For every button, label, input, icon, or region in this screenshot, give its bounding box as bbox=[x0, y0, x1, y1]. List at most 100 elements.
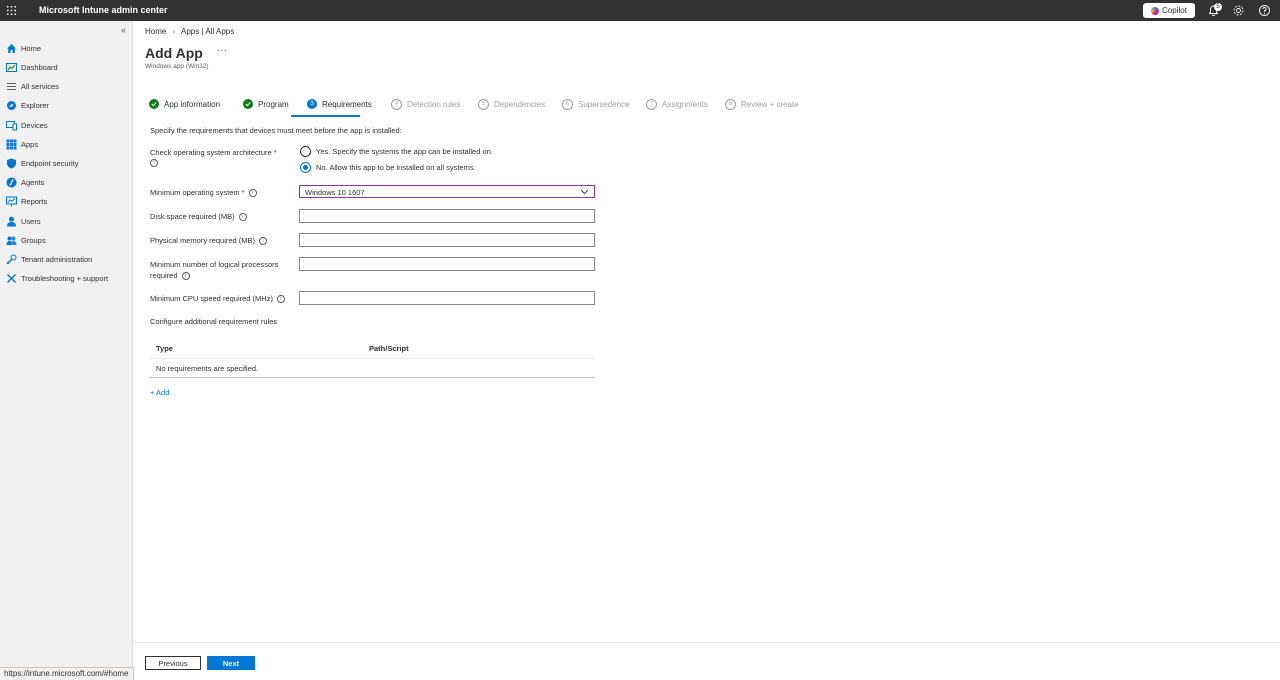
additional-rules-title: Configure additional requirement rules bbox=[150, 317, 278, 326]
devices-icon bbox=[6, 120, 17, 130]
required-mark: * bbox=[273, 148, 277, 157]
sidebar-item-reports[interactable]: Reports bbox=[6, 193, 47, 209]
sidebar-item-label: Reports bbox=[21, 196, 48, 206]
sidebar-item-label: Dashboard bbox=[21, 62, 58, 72]
min-os-value: Windows 10 1607 bbox=[305, 188, 365, 197]
app-title[interactable]: Microsoft Intune admin center bbox=[39, 5, 168, 15]
arch-option-no[interactable]: No. Allow this app to be installed on al… bbox=[300, 162, 476, 173]
step-app-information[interactable]: App information bbox=[149, 99, 220, 109]
memory-label: Physical memory required (MB) i bbox=[150, 236, 268, 246]
physical-memory-input[interactable] bbox=[299, 233, 595, 247]
arch-option-yes[interactable]: Yes. Specify the systems the app can be … bbox=[300, 146, 493, 157]
sidebar-item-label: Troubleshooting + support bbox=[21, 273, 109, 283]
copilot-label: Copilot bbox=[1162, 6, 1187, 15]
breadcrumb-apps[interactable]: Apps | All Apps bbox=[181, 27, 234, 36]
chevron-down-icon bbox=[580, 189, 589, 195]
step-dependencies[interactable]: 5 Dependencies bbox=[478, 99, 545, 110]
sidebar-item-label: Apps bbox=[21, 139, 39, 149]
breadcrumb: Home › Apps | All Apps bbox=[145, 27, 234, 36]
previous-button[interactable]: Previous bbox=[145, 656, 201, 670]
processors-label-line2: required bbox=[150, 271, 178, 280]
help-icon[interactable] bbox=[1258, 4, 1271, 17]
sidebar-item-label: Agents bbox=[21, 177, 45, 187]
column-header-type[interactable]: Type bbox=[156, 344, 173, 353]
copilot-icon bbox=[1151, 6, 1160, 15]
step-number: 3 bbox=[307, 99, 317, 109]
sidebar-item-apps[interactable]: Apps bbox=[6, 136, 38, 152]
tenant-admin-icon bbox=[6, 254, 17, 264]
sidebar-item-label: Tenant administration bbox=[21, 254, 93, 264]
explorer-icon bbox=[7, 100, 16, 110]
reports-icon bbox=[6, 196, 17, 206]
step-assignments[interactable]: 7 Assignments bbox=[646, 99, 708, 110]
step-label: Program bbox=[258, 99, 289, 109]
step-number: 4 bbox=[391, 99, 402, 110]
disk-label-text: Disk space required (MB) bbox=[150, 212, 235, 221]
step-requirements[interactable]: 3 Requirements bbox=[307, 99, 372, 109]
more-options-button[interactable]: ··· bbox=[217, 45, 227, 56]
info-icon[interactable]: i bbox=[276, 295, 285, 304]
step-label: Requirements bbox=[322, 99, 372, 109]
sidebar-item-explorer[interactable]: Explorer bbox=[6, 97, 49, 113]
disk-space-input[interactable] bbox=[299, 209, 595, 223]
step-review-create[interactable]: 8 Review + create bbox=[725, 99, 799, 110]
sidebar-item-label: Home bbox=[21, 43, 42, 53]
sidebar-item-groups[interactable]: Groups bbox=[6, 232, 46, 248]
sidebar-item-tenant-administration[interactable]: Tenant administration bbox=[6, 251, 92, 267]
column-header-path-script[interactable]: Path/Script bbox=[369, 344, 409, 353]
sidebar-item-dashboard[interactable]: Dashboard bbox=[6, 59, 58, 75]
next-button[interactable]: Next bbox=[207, 656, 255, 670]
table-header: Type Path/Script bbox=[149, 339, 595, 359]
cpu-speed-input[interactable] bbox=[299, 291, 595, 305]
add-rule-link[interactable]: + Add bbox=[150, 388, 169, 397]
breadcrumb-home[interactable]: Home bbox=[145, 27, 166, 36]
step-label: App information bbox=[164, 99, 221, 109]
cpu-label: Minimum CPU speed required (MHz) i bbox=[150, 294, 285, 304]
waffle-menu-icon[interactable] bbox=[6, 5, 17, 16]
all-services-icon bbox=[7, 82, 16, 90]
step-label: Detection rules bbox=[407, 100, 461, 109]
info-icon[interactable]: i bbox=[150, 159, 158, 167]
step-number: 7 bbox=[646, 99, 657, 110]
endpoint-security-icon bbox=[7, 158, 16, 168]
collapse-sidebar-icon[interactable]: « bbox=[121, 25, 126, 35]
radio-unselected[interactable] bbox=[300, 146, 311, 157]
radio-label: No. Allow this app to be installed on al… bbox=[316, 163, 476, 172]
min-os-dropdown[interactable]: Windows 10 1607 bbox=[299, 185, 595, 198]
table-row: No requirements are specified. bbox=[149, 359, 595, 378]
sidebar-item-devices[interactable]: Devices bbox=[6, 117, 48, 133]
step-detection-rules[interactable]: 4 Detection rules bbox=[391, 99, 460, 110]
dashboard-icon bbox=[6, 62, 17, 72]
sidebar-item-endpoint-security[interactable]: Endpoint security bbox=[6, 155, 79, 171]
main-content: Home › Apps | All Apps Add App ··· Windo… bbox=[133, 21, 1280, 680]
sidebar-item-home[interactable]: Home bbox=[6, 40, 41, 56]
sidebar-item-all-services[interactable]: All services bbox=[6, 78, 59, 94]
breadcrumb-separator: › bbox=[172, 27, 176, 36]
processors-label-line1: Minimum number of logical processors bbox=[150, 260, 279, 269]
info-icon[interactable]: i bbox=[238, 213, 247, 222]
arch-label-text: Check operating system architecture bbox=[150, 148, 272, 157]
requirements-intro: Specify the requirements that devices mu… bbox=[150, 126, 402, 135]
wizard-footer: Previous Next bbox=[133, 642, 1280, 680]
info-icon[interactable]: i bbox=[259, 237, 268, 246]
step-supersedence[interactable]: 6 Supersedence bbox=[562, 99, 630, 110]
info-icon[interactable]: i bbox=[181, 272, 190, 281]
copilot-button[interactable]: Copilot bbox=[1143, 3, 1195, 18]
info-icon[interactable]: i bbox=[248, 189, 257, 198]
notification-badge: 5 bbox=[1214, 3, 1222, 11]
step-program[interactable]: Program bbox=[243, 99, 289, 109]
step-complete-check-icon bbox=[243, 99, 253, 109]
sidebar-item-label: Devices bbox=[21, 120, 48, 130]
logical-processors-input[interactable] bbox=[299, 257, 595, 271]
sidebar-item-agents[interactable]: Agents bbox=[6, 174, 44, 190]
step-complete-check-icon bbox=[149, 99, 159, 109]
radio-selected[interactable] bbox=[300, 162, 311, 173]
step-number: 8 bbox=[725, 99, 736, 110]
settings-gear-icon[interactable] bbox=[1232, 4, 1245, 17]
step-number: 6 bbox=[562, 99, 573, 110]
sidebar-item-troubleshooting[interactable]: Troubleshooting + support bbox=[6, 270, 108, 286]
users-icon bbox=[7, 216, 16, 226]
requirement-rules-table: Type Path/Script No requirements are spe… bbox=[149, 339, 595, 378]
sidebar-item-users[interactable]: Users bbox=[6, 213, 41, 229]
sidebar-item-label: Users bbox=[21, 216, 41, 226]
